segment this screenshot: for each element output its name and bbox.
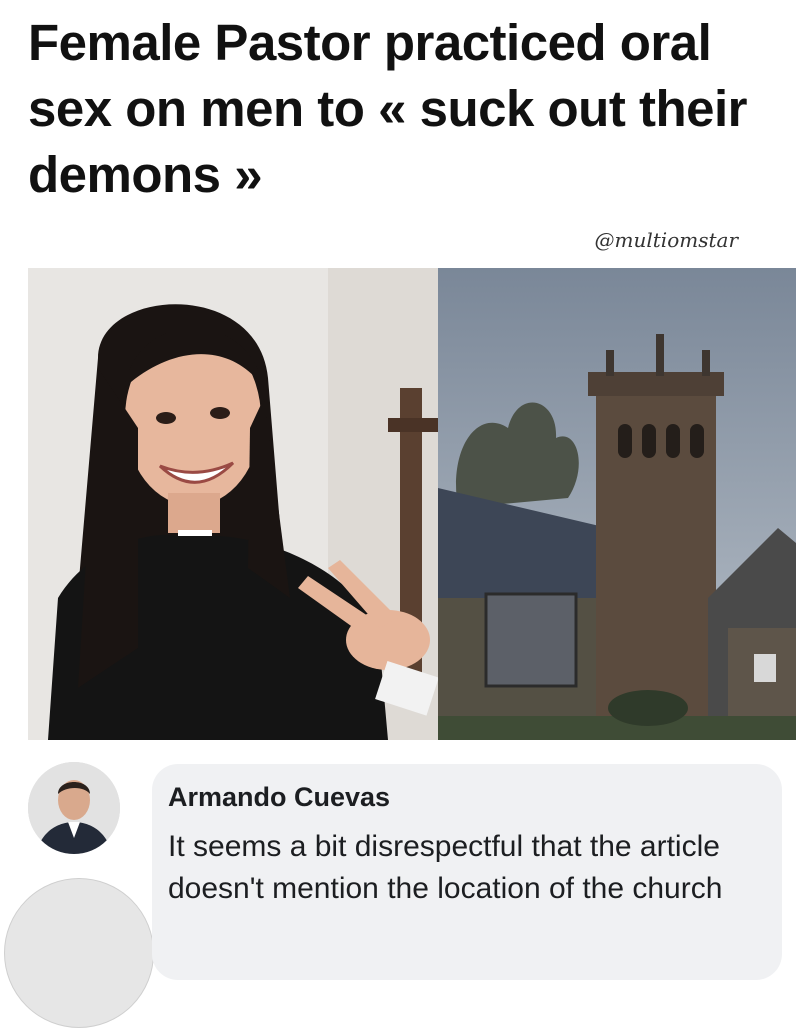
post-image-row[interactable] [28, 268, 796, 740]
woman-portrait-photo[interactable] [28, 268, 438, 740]
comment-author-name[interactable]: Armando Cuevas [168, 782, 390, 813]
church-photo[interactable] [438, 268, 796, 740]
post-headline: Female Pastor practiced oral sex on men … [28, 14, 748, 203]
comment: Armando Cuevas It seems a bit disrespect… [0, 748, 796, 1028]
man-portrait-avatar[interactable] [28, 762, 120, 854]
comment-text: It seems a bit disrespectful that the ar… [168, 830, 723, 905]
watermark-handle: @multiomstar [594, 228, 738, 252]
reply-avatar-placeholder [4, 878, 154, 1028]
comment-bubble: Armando Cuevas It seems a bit disrespect… [152, 764, 782, 980]
